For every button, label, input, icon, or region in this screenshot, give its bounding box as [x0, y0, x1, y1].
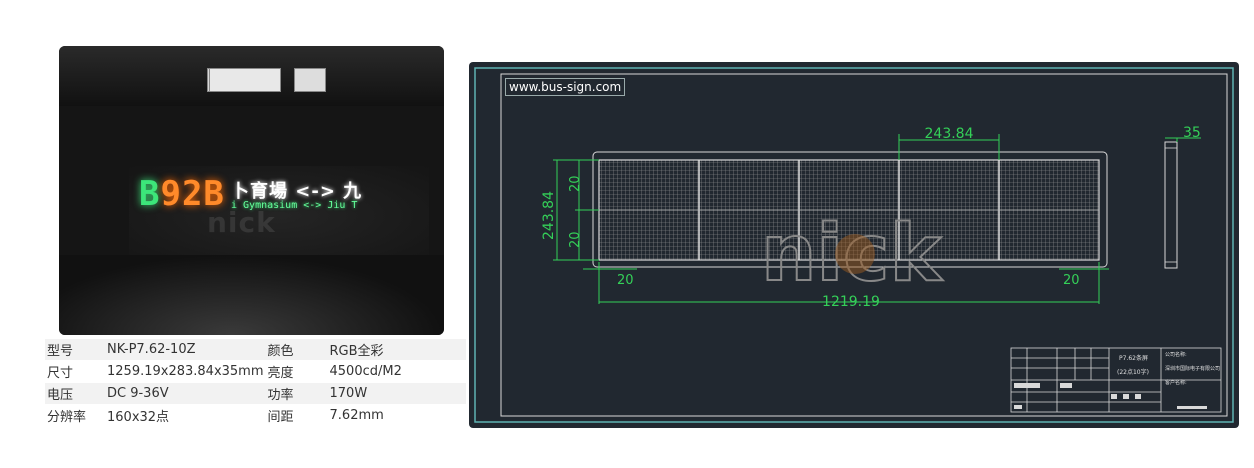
site-label[interactable]: www.bus-sign.com	[505, 78, 626, 96]
cad-drawing: 243.84 35 243.84 20 20 20 20 1219.19 nic…	[469, 62, 1239, 428]
spec-key: 电压	[45, 383, 105, 404]
spec-value: 160x32点	[105, 405, 266, 426]
spec-key: 尺寸	[45, 361, 105, 382]
dim-depth: 35	[1183, 125, 1201, 141]
customer-label: 客户名称:	[1165, 379, 1187, 386]
no-smoking-sign	[294, 68, 326, 92]
spec-value: 1259.19x283.84x35mm	[105, 361, 266, 382]
spec-value: RGB全彩	[327, 339, 466, 360]
title-line1: P7.62条屏	[1119, 354, 1148, 362]
dim-height: 243.84	[541, 191, 557, 240]
dim-top: 243.84	[925, 126, 974, 142]
company-label: 公司名称:	[1165, 351, 1187, 358]
side-view	[1164, 141, 1178, 269]
cad-svg: 243.84 35 243.84 20 20 20 20 1219.19 nic…	[474, 67, 1234, 423]
spec-value: 4500cd/M2	[327, 361, 466, 382]
title-block-marks	[1014, 383, 1207, 409]
dim-bottom-right: 20	[1063, 273, 1080, 288]
title-block	[1010, 347, 1222, 413]
dim-lower: 20	[568, 231, 583, 248]
spec-value: DC 9-36V	[105, 383, 266, 404]
spec-value: 7.62mm	[327, 405, 466, 426]
spec-table: 型号 NK-P7.62-10Z 颜色 RGB全彩 尺寸 1259.19x283.…	[45, 338, 466, 427]
photo-floor	[59, 255, 444, 335]
table-row: 分辨率 160x32点 间距 7.62mm	[45, 405, 466, 426]
spec-key: 功率	[265, 383, 328, 404]
spec-key: 亮度	[265, 361, 328, 382]
spec-key: 分辨率	[45, 405, 105, 426]
company-name: 深圳市国际电子有限公司	[1165, 365, 1220, 372]
table-row: 型号 NK-P7.62-10Z 颜色 RGB全彩	[45, 339, 466, 360]
spec-value: 170W	[327, 383, 466, 404]
table-row: 电压 DC 9-36V 功率 170W	[45, 383, 466, 404]
spec-key: 间距	[265, 405, 328, 426]
dim-upper: 20	[568, 175, 583, 192]
product-photo: B92B 卜育場 <-> 九 i Gymnasium <-> Jiu T nic…	[59, 46, 444, 335]
spec-key: 型号	[45, 339, 105, 360]
exit-sign	[209, 68, 281, 92]
title-line2: (22点10字)	[1117, 368, 1149, 376]
photo-watermark: nick	[207, 206, 276, 239]
spec-key: 颜色	[265, 339, 328, 360]
table-row: 尺寸 1259.19x283.84x35mm 亮度 4500cd/M2	[45, 361, 466, 382]
route-prefix: B	[139, 174, 161, 214]
watermark-dot	[835, 234, 875, 274]
dim-bottom-left: 20	[617, 273, 634, 288]
spec-value: NK-P7.62-10Z	[105, 339, 266, 360]
